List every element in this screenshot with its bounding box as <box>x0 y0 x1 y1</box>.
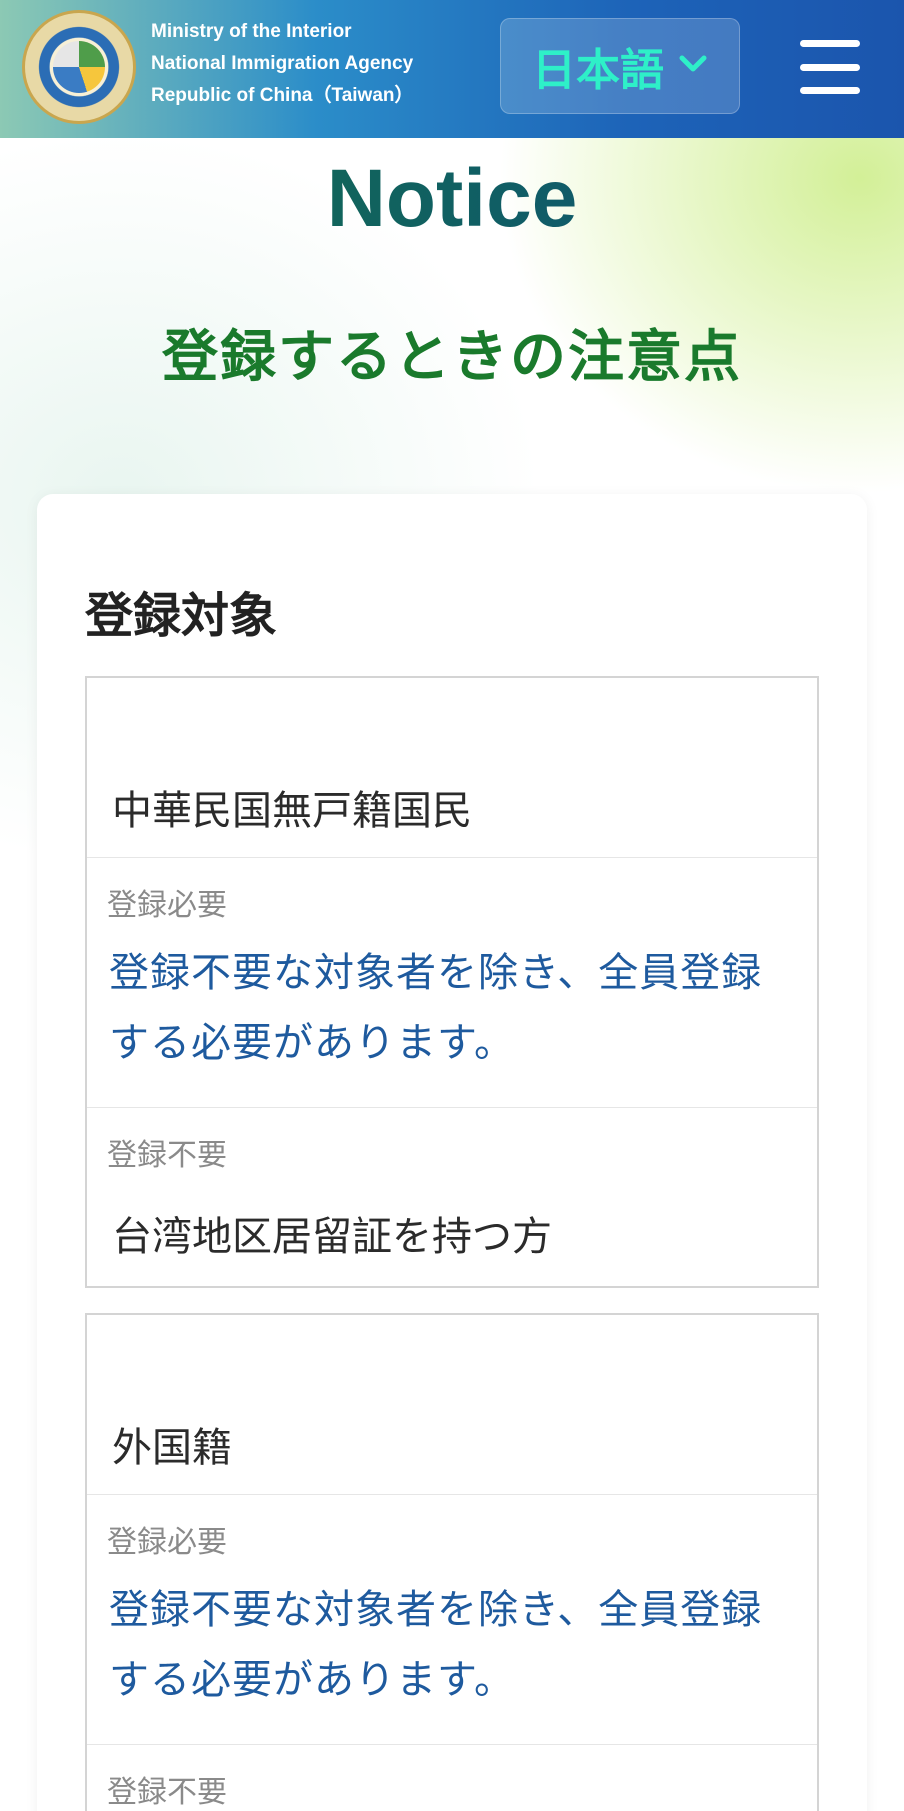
agency-line-ministry: Ministry of the Interior <box>151 21 352 42</box>
agency-line-roc: Republic of China（Taiwan） <box>151 85 414 106</box>
group-name: 中華民国無戸籍国民 <box>112 788 472 834</box>
not-required-row: 登録不要 <box>87 1745 817 1811</box>
agency-line-nia: National Immigration Agency <box>151 53 414 74</box>
group-name: 外国籍 <box>112 1425 232 1471</box>
menu-bar <box>800 63 860 71</box>
not-required-label: 登録不要 <box>107 1775 227 1810</box>
required-row: 登録必要 登録不要な対象者を除き、全員登録する必要があります。 <box>87 858 817 1108</box>
globe-emblem-icon <box>53 41 105 93</box>
required-text: 登録不要な対象者を除き、全員登録する必要があります。 <box>109 1587 763 1703</box>
target-group-stateless-nationals: 中華民国無戸籍国民 登録必要 登録不要な対象者を除き、全員登録する必要があります… <box>85 676 819 1288</box>
required-label: 登録必要 <box>107 1525 227 1560</box>
chevron-down-icon <box>678 47 708 82</box>
group-header-row: 外国籍 <box>87 1315 817 1495</box>
page-title: Notice <box>0 152 904 246</box>
agency-name: Ministry of the Interior National Immigr… <box>151 16 414 112</box>
not-required-label: 登録不要 <box>107 1138 227 1173</box>
target-group-foreign-nationals: 外国籍 登録必要 登録不要な対象者を除き、全員登録する必要があります。 登録不要 <box>85 1313 819 1811</box>
required-text: 登録不要な対象者を除き、全員登録する必要があります。 <box>109 950 763 1066</box>
menu-bar <box>800 87 860 94</box>
language-label: 日本語 <box>532 45 664 96</box>
card-title: 登録対象 <box>85 588 278 644</box>
language-selector[interactable]: 日本語 <box>500 18 740 114</box>
page-subtitle: 登録するときの注意点 <box>162 325 742 390</box>
required-label: 登録必要 <box>107 888 227 923</box>
site-header: Ministry of the Interior National Immigr… <box>0 0 904 138</box>
not-required-text: 台湾地区居留証を持つ方 <box>112 1214 552 1260</box>
agency-logo[interactable] <box>22 10 136 124</box>
menu-bar <box>800 40 860 47</box>
required-row: 登録必要 登録不要な対象者を除き、全員登録する必要があります。 <box>87 1495 817 1745</box>
group-header-row: 中華民国無戸籍国民 <box>87 678 817 858</box>
hamburger-menu-icon[interactable] <box>800 40 860 94</box>
not-required-row: 登録不要 台湾地区居留証を持つ方 <box>87 1108 817 1288</box>
